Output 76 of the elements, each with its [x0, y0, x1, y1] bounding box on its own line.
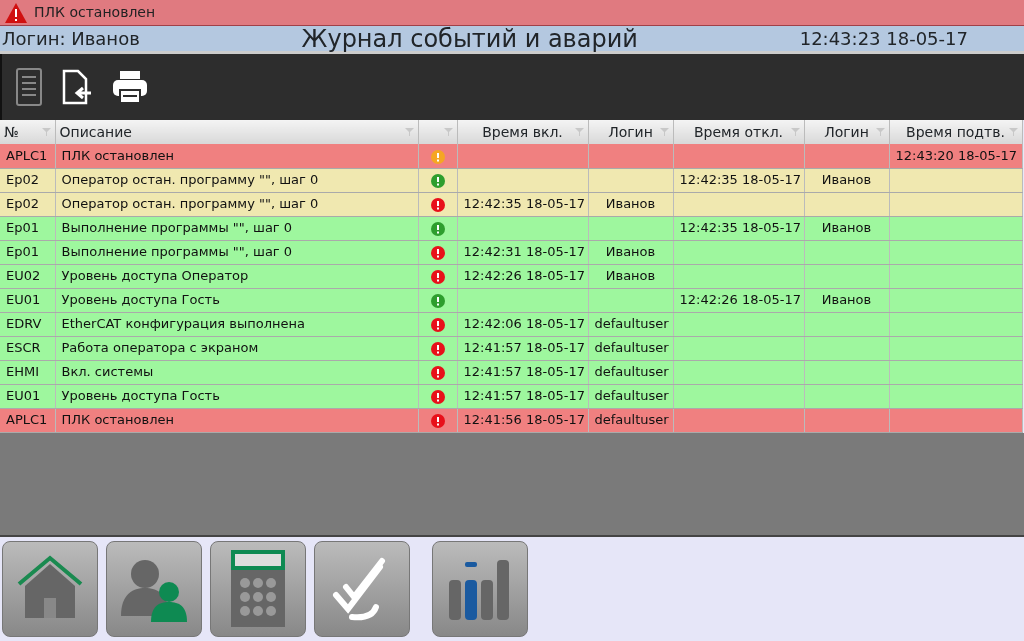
table-cell: Иванов [588, 240, 673, 264]
table-cell: defaultuser [588, 336, 673, 360]
warning-icon [4, 1, 28, 24]
filter-icon[interactable] [443, 128, 453, 136]
column-header[interactable]: Время откл. [673, 120, 804, 144]
table-cell: Оператор остан. программу "", шаг 0 [55, 192, 418, 216]
table-cell: 12:42:35 18-05-17 [673, 216, 804, 240]
table-cell: Иванов [588, 192, 673, 216]
table-cell: 12:42:31 18-05-17 [457, 240, 588, 264]
column-header[interactable]: № [0, 120, 55, 144]
column-header[interactable]: Время подтв. [889, 120, 1022, 144]
table-cell: Уровень доступа Гость [55, 384, 418, 408]
table-cell: 12:42:26 18-05-17 [673, 288, 804, 312]
table-cell: Оператор остан. программу "", шаг 0 [55, 168, 418, 192]
table-cell: Ep01 [0, 240, 55, 264]
table-cell: ESCR [0, 336, 55, 360]
table-cell: EU01 [0, 384, 55, 408]
table-cell: EDRV [0, 312, 55, 336]
filter-icon[interactable] [574, 128, 584, 136]
column-header[interactable]: Логин [588, 120, 673, 144]
table-cell: Иванов [804, 168, 889, 192]
table-cell: 12:42:06 18-05-17 [457, 312, 588, 336]
table-cell: Иванов [804, 288, 889, 312]
table-cell: EHMI [0, 360, 55, 384]
filter-icon[interactable] [404, 128, 414, 136]
table-cell: APLC1 [0, 144, 55, 168]
table-cell: Иванов [804, 216, 889, 240]
table-cell: Вкл. системы [55, 360, 418, 384]
table-cell: ПЛК остановлен [55, 408, 418, 432]
table-cell: APLC1 [0, 408, 55, 432]
table-cell: 12:41:56 18-05-17 [457, 408, 588, 432]
column-header[interactable] [418, 120, 457, 144]
table-cell: Выполнение программы "", шаг 0 [55, 240, 418, 264]
table-cell: 12:43:20 18-05-17 [889, 144, 1022, 168]
file-arrow-icon[interactable] [62, 69, 92, 105]
table-cell: 12:42:35 18-05-17 [457, 192, 588, 216]
list-icon[interactable] [16, 68, 42, 106]
table-cell: defaultuser [588, 408, 673, 432]
table-cell: Уровень доступа Гость [55, 288, 418, 312]
table-cell: Ep02 [0, 168, 55, 192]
filter-icon[interactable] [790, 128, 800, 136]
table-cell: EtherCAT конфигурация выполнена [55, 312, 418, 336]
column-header[interactable]: Время вкл. [457, 120, 588, 144]
table-cell: 12:41:57 18-05-17 [457, 360, 588, 384]
table-cell: Ep01 [0, 216, 55, 240]
level-bars-button[interactable] [432, 541, 528, 637]
table-cell: 12:42:26 18-05-17 [457, 264, 588, 288]
clock: 12:43:23 18-05-17 [799, 27, 968, 51]
login-label: Логин: Иванов [2, 27, 140, 51]
calculator-button[interactable] [210, 541, 306, 637]
column-header[interactable]: Описание [55, 120, 418, 144]
table-cell: 12:41:57 18-05-17 [457, 336, 588, 360]
filter-icon[interactable] [41, 128, 51, 136]
table-cell: Уровень доступа Оператор [55, 264, 418, 288]
filter-icon[interactable] [1008, 128, 1018, 136]
screen-title: Журнал событий и аварий [301, 26, 638, 51]
checkmark-button[interactable] [314, 541, 410, 637]
home-button[interactable] [2, 541, 98, 637]
table-cell: EU02 [0, 264, 55, 288]
table-cell: Работа оператора с экраном [55, 336, 418, 360]
filter-icon[interactable] [659, 128, 669, 136]
table-cell: Ep02 [0, 192, 55, 216]
column-header[interactable]: Логин [804, 120, 889, 144]
table-cell: ПЛК остановлен [55, 144, 418, 168]
table-cell: Иванов [588, 264, 673, 288]
users-button[interactable] [106, 541, 202, 637]
table-cell: defaultuser [588, 360, 673, 384]
table-cell: defaultuser [588, 384, 673, 408]
table-cell: EU01 [0, 288, 55, 312]
filter-icon[interactable] [875, 128, 885, 136]
table-cell: Выполнение программы "", шаг 0 [55, 216, 418, 240]
table-cell: 12:42:35 18-05-17 [673, 168, 804, 192]
printer-icon[interactable] [112, 70, 148, 104]
alert-message: ПЛК остановлен [34, 3, 156, 22]
table-cell: defaultuser [588, 312, 673, 336]
table-cell: 12:41:57 18-05-17 [457, 384, 588, 408]
